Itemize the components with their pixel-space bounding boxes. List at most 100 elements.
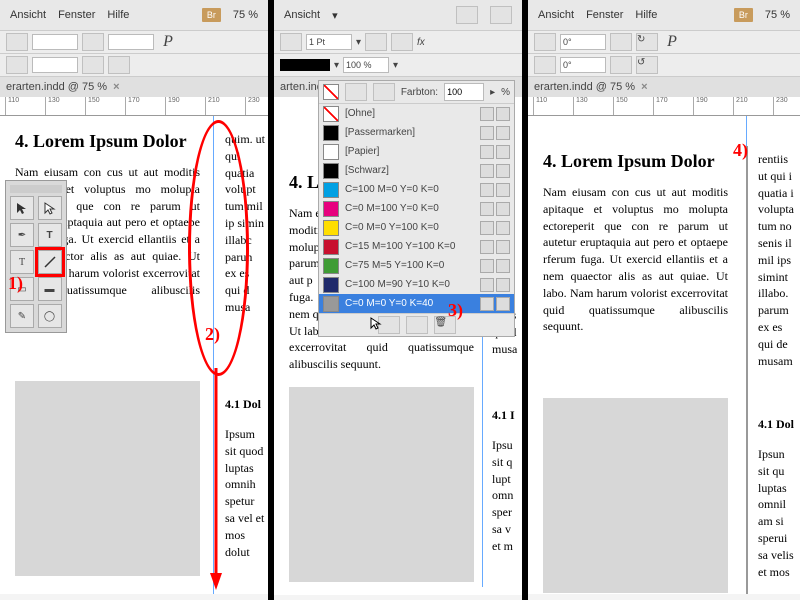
new-swatch-icon[interactable] bbox=[406, 316, 428, 334]
cap-icon[interactable] bbox=[280, 33, 302, 51]
panel-grip[interactable] bbox=[10, 185, 62, 193]
pen-tool[interactable]: ✒ bbox=[10, 223, 34, 247]
col2b: Ipsum sit quod luptas omnih spetur sa ve… bbox=[225, 426, 265, 560]
screen-mode-icon[interactable] bbox=[456, 6, 478, 24]
subhead: 4.1 I bbox=[492, 407, 522, 424]
menu-hilfe[interactable]: Hilfe bbox=[107, 9, 129, 21]
menu-hilfe[interactable]: Hilfe bbox=[635, 9, 657, 21]
type-tool[interactable]: T bbox=[38, 223, 62, 247]
selection-tool[interactable] bbox=[10, 196, 34, 220]
swatch-chip bbox=[323, 106, 339, 122]
swatch-row[interactable]: C=75 M=5 Y=100 K=0 bbox=[319, 256, 514, 275]
stroke-style[interactable] bbox=[280, 59, 330, 71]
menu-ansicht[interactable]: Ansicht bbox=[538, 9, 574, 21]
swatches-footer: 🗑 bbox=[319, 313, 514, 336]
swatch-name: C=15 M=100 Y=100 K=0 bbox=[345, 241, 474, 252]
swatch-chip bbox=[323, 182, 339, 198]
doc-tab-label: erarten.indd @ 75 % bbox=[534, 81, 635, 93]
rectangle-tool[interactable]: ▬ bbox=[38, 277, 62, 301]
stroke-weight[interactable]: 1 Pt bbox=[306, 34, 352, 50]
shear[interactable]: 0° bbox=[560, 57, 606, 73]
swatch-chip bbox=[323, 258, 339, 274]
menu-ansicht[interactable]: Ansicht bbox=[10, 9, 46, 21]
view-icon[interactable] bbox=[345, 83, 367, 101]
control-bar: 0° ↻ P bbox=[528, 31, 800, 54]
shear-icon[interactable] bbox=[534, 56, 556, 74]
close-icon[interactable]: × bbox=[113, 81, 119, 93]
field[interactable] bbox=[32, 34, 78, 50]
swatch-row[interactable]: C=100 M=90 Y=10 K=0 bbox=[319, 275, 514, 294]
subhead: 4.1 Dol bbox=[225, 396, 267, 413]
bridge-button[interactable]: Br bbox=[734, 8, 753, 22]
fx-icon[interactable] bbox=[365, 33, 387, 51]
annotation-arrow bbox=[210, 368, 230, 593]
annot-3: 3) bbox=[448, 300, 463, 321]
fx-icon[interactable] bbox=[391, 33, 413, 51]
swatch-row[interactable]: [Passermarken] bbox=[319, 123, 514, 142]
swatch-type-icons bbox=[480, 221, 510, 235]
ruler: 110 130 150 170 190 210 230 bbox=[0, 97, 268, 116]
menu-fenster[interactable]: Fenster bbox=[58, 9, 95, 21]
control-bar-2: 0° ↺ bbox=[528, 54, 800, 77]
opacity[interactable]: 100 % bbox=[343, 57, 389, 73]
swatches-panel: Farbton: ▸ % [Ohne][Passermarken][Papier… bbox=[318, 80, 515, 337]
arrange-icon[interactable] bbox=[490, 6, 512, 24]
rotate-icon[interactable] bbox=[534, 33, 556, 51]
flip-icon[interactable]: ↻ bbox=[636, 33, 658, 51]
flip-icon[interactable] bbox=[610, 33, 632, 51]
field[interactable] bbox=[32, 57, 78, 73]
swatch-row[interactable]: C=15 M=100 Y=100 K=0 bbox=[319, 237, 514, 256]
field[interactable] bbox=[108, 34, 154, 50]
fill-icon[interactable] bbox=[6, 33, 28, 51]
p-icon[interactable]: P bbox=[662, 34, 682, 50]
annot-4: 4) bbox=[733, 140, 748, 161]
doc-tab[interactable]: erarten.indd @ 75 % × bbox=[528, 77, 800, 97]
drawn-line[interactable] bbox=[746, 146, 748, 594]
swatch-row[interactable]: [Papier] bbox=[319, 142, 514, 161]
zoom-level[interactable]: 75 % bbox=[765, 9, 790, 21]
swatch-row[interactable]: [Ohne] bbox=[319, 104, 514, 123]
opts-icon[interactable] bbox=[108, 56, 130, 74]
swatch-name: [Passermarken] bbox=[345, 127, 474, 138]
control-bar: P bbox=[0, 31, 268, 54]
doc-tab-label: erarten.indd @ 75 % bbox=[6, 81, 107, 93]
close-icon[interactable]: × bbox=[641, 81, 647, 93]
zoom-level[interactable]: 75 % bbox=[233, 9, 258, 21]
angle[interactable]: 0° bbox=[560, 34, 606, 50]
swatch-row[interactable]: C=0 M=0 Y=100 K=0 bbox=[319, 218, 514, 237]
ellipse-tool[interactable]: ◯ bbox=[38, 304, 62, 328]
swatch-name: C=0 M=0 Y=100 K=0 bbox=[345, 222, 474, 233]
align-icon[interactable] bbox=[6, 56, 28, 74]
subhead: 4.1 Dol bbox=[758, 416, 800, 433]
swatch-type-icons bbox=[480, 202, 510, 216]
col2b: Ipsusit qluptomnspersa vet m bbox=[492, 437, 520, 555]
menu-ansicht[interactable]: Ansicht bbox=[284, 9, 320, 21]
none-icon[interactable] bbox=[323, 84, 339, 100]
swatch-type-icons bbox=[480, 107, 510, 121]
flip-icon[interactable] bbox=[610, 56, 632, 74]
pencil-tool[interactable]: ✎ bbox=[10, 304, 34, 328]
swatch-row[interactable]: [Schwarz] bbox=[319, 161, 514, 180]
opts-icon[interactable] bbox=[82, 56, 104, 74]
swatch-row[interactable]: C=100 M=0 Y=0 K=0 bbox=[319, 180, 514, 199]
line-tool[interactable] bbox=[38, 250, 62, 274]
tint-field[interactable] bbox=[444, 83, 484, 101]
direct-selection-tool[interactable] bbox=[38, 196, 62, 220]
t-tool[interactable]: T bbox=[10, 250, 34, 274]
p-icon[interactable]: P bbox=[158, 34, 178, 50]
swatch-chip bbox=[323, 220, 339, 236]
tool-panel: ✒ T T ▭ ▬ ✎ ◯ bbox=[5, 180, 67, 333]
swatch-chip bbox=[323, 201, 339, 217]
swatch-row[interactable]: C=0 M=0 Y=0 K=40 bbox=[319, 294, 514, 313]
swatch-chip bbox=[323, 296, 339, 312]
view-icon[interactable] bbox=[373, 83, 395, 101]
doc-tab-label: arten.ind bbox=[280, 81, 323, 93]
doc-tab[interactable]: erarten.indd @ 75 % × bbox=[0, 77, 268, 97]
menu-fenster[interactable]: Fenster bbox=[586, 9, 623, 21]
swatch-chip bbox=[323, 125, 339, 141]
bridge-button[interactable]: Br bbox=[202, 8, 221, 22]
stroke-icon[interactable] bbox=[82, 33, 104, 51]
pct: % bbox=[501, 87, 510, 98]
swatch-row[interactable]: C=0 M=100 Y=0 K=0 bbox=[319, 199, 514, 218]
rot90-icon[interactable]: ↺ bbox=[636, 56, 658, 74]
